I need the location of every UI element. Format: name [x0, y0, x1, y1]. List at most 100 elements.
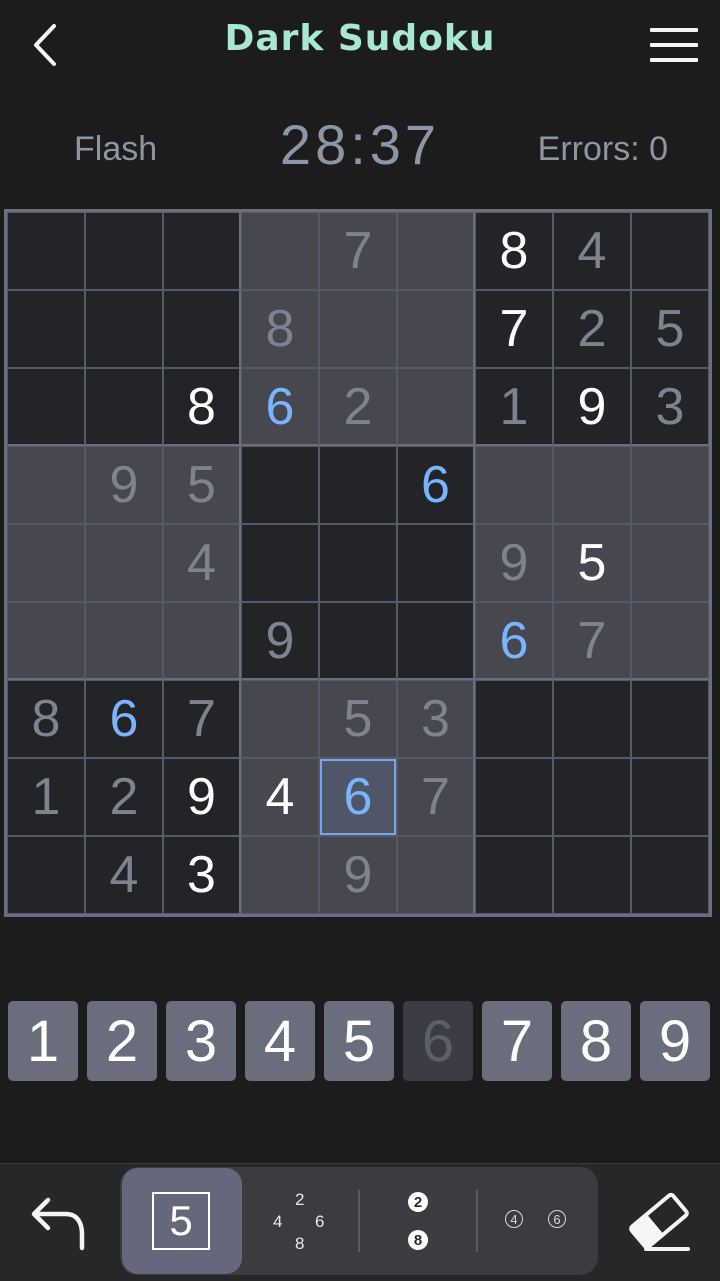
circle-mode-button[interactable]: 2 8: [380, 1186, 456, 1256]
sudoku-cell[interactable]: [553, 836, 631, 914]
sudoku-cell[interactable]: 6: [241, 368, 319, 446]
sudoku-cell[interactable]: [631, 446, 709, 524]
sudoku-cell[interactable]: 5: [319, 680, 397, 758]
sudoku-cell[interactable]: 9: [553, 368, 631, 446]
sudoku-cell[interactable]: [397, 602, 475, 680]
number-key-6[interactable]: 6: [403, 1001, 473, 1081]
sudoku-cell[interactable]: 4: [163, 524, 241, 602]
normal-mode-button[interactable]: 5: [122, 1168, 242, 1274]
sudoku-cell[interactable]: [7, 602, 85, 680]
sudoku-cell[interactable]: [7, 368, 85, 446]
sudoku-cell[interactable]: [397, 368, 475, 446]
sudoku-cell[interactable]: 8: [241, 290, 319, 368]
sudoku-cell[interactable]: [553, 446, 631, 524]
sudoku-cell[interactable]: 5: [163, 446, 241, 524]
sudoku-cell[interactable]: [7, 524, 85, 602]
sudoku-cell[interactable]: [85, 212, 163, 290]
sudoku-cell[interactable]: 9: [163, 758, 241, 836]
sudoku-cell[interactable]: [163, 212, 241, 290]
sudoku-cell[interactable]: [85, 602, 163, 680]
sudoku-cell[interactable]: [319, 524, 397, 602]
sudoku-cell[interactable]: [553, 680, 631, 758]
sudoku-cell[interactable]: 8: [7, 680, 85, 758]
menu-button[interactable]: [650, 26, 700, 66]
ring-mode-button[interactable]: 4 6: [494, 1198, 584, 1244]
sudoku-cell[interactable]: [631, 680, 709, 758]
sudoku-cell[interactable]: [319, 602, 397, 680]
sudoku-cell[interactable]: 4: [241, 758, 319, 836]
sudoku-cell[interactable]: [631, 602, 709, 680]
sudoku-cell[interactable]: [241, 680, 319, 758]
sudoku-cell[interactable]: 9: [241, 602, 319, 680]
sudoku-cell[interactable]: [475, 758, 553, 836]
pencil-mode-button[interactable]: 2 4 6 8: [262, 1186, 342, 1256]
sudoku-cell[interactable]: [7, 446, 85, 524]
normal-mode-sample: 5: [152, 1192, 210, 1250]
sudoku-cell[interactable]: 1: [475, 368, 553, 446]
sudoku-cell[interactable]: 2: [85, 758, 163, 836]
sudoku-cell[interactable]: 4: [553, 212, 631, 290]
sudoku-cell[interactable]: 9: [319, 836, 397, 914]
sudoku-cell[interactable]: [241, 836, 319, 914]
sudoku-cell[interactable]: 5: [631, 290, 709, 368]
sudoku-cell[interactable]: [475, 836, 553, 914]
number-key-9[interactable]: 9: [640, 1001, 710, 1081]
sudoku-cell[interactable]: 7: [319, 212, 397, 290]
number-key-8[interactable]: 8: [561, 1001, 631, 1081]
sudoku-cell[interactable]: [241, 524, 319, 602]
sudoku-cell[interactable]: [631, 836, 709, 914]
sudoku-cell[interactable]: 8: [163, 368, 241, 446]
number-key-4[interactable]: 4: [245, 1001, 315, 1081]
sudoku-cell[interactable]: 7: [553, 602, 631, 680]
sudoku-cell[interactable]: [163, 290, 241, 368]
sudoku-cell[interactable]: 6: [397, 446, 475, 524]
sudoku-cell[interactable]: 7: [163, 680, 241, 758]
sudoku-cell[interactable]: 2: [553, 290, 631, 368]
sudoku-cell[interactable]: [85, 524, 163, 602]
sudoku-cell[interactable]: 9: [85, 446, 163, 524]
sudoku-cell[interactable]: [553, 758, 631, 836]
sudoku-cell[interactable]: [7, 836, 85, 914]
sudoku-cell[interactable]: 1: [7, 758, 85, 836]
sudoku-cell[interactable]: [475, 446, 553, 524]
sudoku-cell[interactable]: [397, 836, 475, 914]
number-key-7[interactable]: 7: [482, 1001, 552, 1081]
number-key-2[interactable]: 2: [87, 1001, 157, 1081]
sudoku-cell[interactable]: [631, 524, 709, 602]
sudoku-cell[interactable]: 7: [475, 290, 553, 368]
sudoku-cell[interactable]: 3: [631, 368, 709, 446]
sudoku-cell[interactable]: 9: [475, 524, 553, 602]
hamburger-line: [650, 58, 698, 62]
number-key-1[interactable]: 1: [8, 1001, 78, 1081]
sudoku-cell[interactable]: 3: [397, 680, 475, 758]
sudoku-cell[interactable]: [397, 290, 475, 368]
sudoku-cell[interactable]: [7, 290, 85, 368]
sudoku-cell[interactable]: 6: [475, 602, 553, 680]
sudoku-cell[interactable]: 5: [553, 524, 631, 602]
eraser-button[interactable]: [624, 1186, 694, 1256]
sudoku-cell[interactable]: [475, 680, 553, 758]
sudoku-cell[interactable]: 2: [319, 368, 397, 446]
sudoku-cell[interactable]: [631, 212, 709, 290]
sudoku-cell[interactable]: [85, 368, 163, 446]
sudoku-cell[interactable]: [85, 290, 163, 368]
sudoku-cell[interactable]: 7: [397, 758, 475, 836]
sudoku-cell[interactable]: [241, 212, 319, 290]
sudoku-cell[interactable]: [397, 524, 475, 602]
sudoku-cell[interactable]: [7, 212, 85, 290]
sudoku-cell[interactable]: [319, 290, 397, 368]
sudoku-cell[interactable]: [163, 602, 241, 680]
sudoku-cell[interactable]: [397, 212, 475, 290]
undo-button[interactable]: [22, 1186, 92, 1256]
sudoku-cell[interactable]: 3: [163, 836, 241, 914]
sudoku-cell[interactable]: [631, 758, 709, 836]
sudoku-cell[interactable]: [241, 446, 319, 524]
number-key-5[interactable]: 5: [324, 1001, 394, 1081]
sudoku-cell[interactable]: 6: [85, 680, 163, 758]
sudoku-cell[interactable]: 6: [319, 758, 397, 836]
sudoku-cell[interactable]: 8: [475, 212, 553, 290]
number-key-3[interactable]: 3: [166, 1001, 236, 1081]
sudoku-cell[interactable]: 4: [85, 836, 163, 914]
eraser-icon: [629, 1192, 690, 1251]
sudoku-cell[interactable]: [319, 446, 397, 524]
